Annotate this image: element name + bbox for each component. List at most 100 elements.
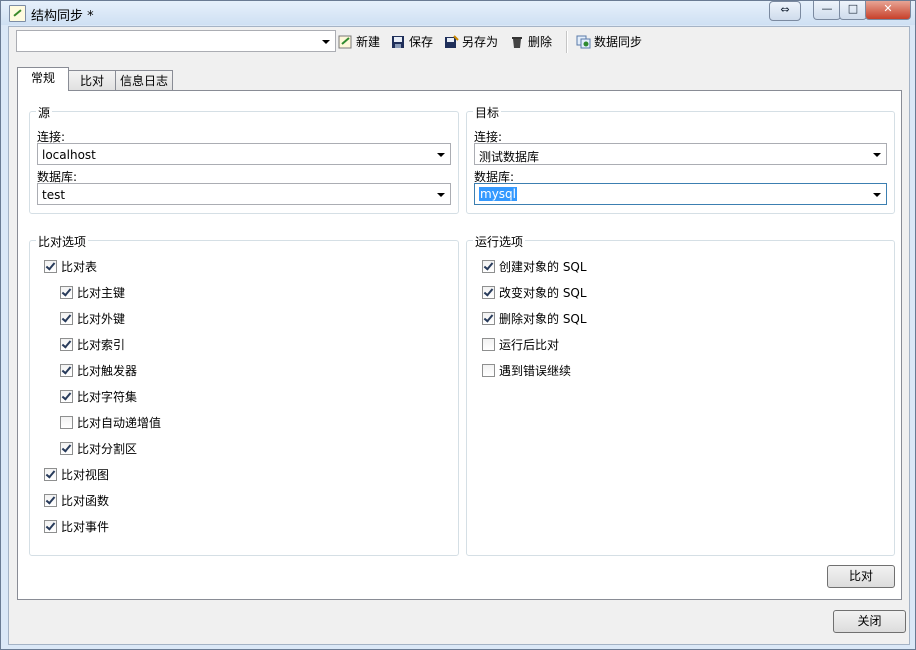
checkbox-checked-icon[interactable] bbox=[44, 260, 57, 273]
new-icon bbox=[338, 35, 353, 49]
run-option-checkbox[interactable]: 删除对象的 SQL bbox=[482, 311, 587, 327]
toolbar-separator bbox=[566, 31, 568, 53]
compare-option-label: 比对函数 bbox=[61, 494, 110, 508]
run-option-checkbox[interactable]: 创建对象的 SQL bbox=[482, 259, 587, 275]
target-connection-select[interactable]: 测试数据库 bbox=[474, 143, 887, 165]
trash-icon bbox=[510, 35, 525, 49]
close-window-button[interactable]: ✕ bbox=[865, 1, 911, 20]
save-button[interactable]: 保存 bbox=[391, 33, 433, 51]
run-option-label: 删除对象的 SQL bbox=[499, 312, 587, 326]
run-options-title: 运行选项 bbox=[473, 233, 526, 250]
checkbox-unchecked-icon[interactable] bbox=[482, 364, 495, 377]
close-button[interactable]: 关闭 bbox=[833, 610, 906, 633]
window-title: 结构同步 * bbox=[31, 9, 94, 24]
compare-option-checkbox[interactable]: 比对主键 bbox=[60, 285, 125, 301]
compare-option-checkbox[interactable]: 比对索引 bbox=[60, 337, 125, 353]
run-option-checkbox[interactable]: 改变对象的 SQL bbox=[482, 285, 587, 301]
chevron-down-icon bbox=[322, 40, 330, 44]
save-as-icon bbox=[444, 35, 459, 49]
general-tab-panel: 源 连接: localhost 数据库: test 目标 连接: 测试数据库 数… bbox=[17, 90, 902, 600]
maximize-button[interactable]: □ bbox=[839, 1, 867, 20]
tab-compare[interactable]: 比对 bbox=[68, 70, 116, 90]
compare-option-label: 比对字符集 bbox=[77, 390, 138, 404]
target-database-value: mysql bbox=[479, 187, 517, 201]
target-database-select[interactable]: mysql bbox=[474, 183, 887, 205]
compare-option-checkbox[interactable]: 比对字符集 bbox=[60, 389, 137, 405]
compare-options-title: 比对选项 bbox=[36, 233, 89, 250]
compare-option-label: 比对外键 bbox=[77, 312, 126, 326]
checkbox-checked-icon[interactable] bbox=[482, 286, 495, 299]
restore-icon[interactable]: ⇔ bbox=[769, 1, 801, 21]
compare-option-checkbox[interactable]: 比对事件 bbox=[44, 519, 109, 535]
checkbox-checked-icon[interactable] bbox=[44, 494, 57, 507]
run-options-group: 运行选项 创建对象的 SQL 改变对象的 SQL 删除对象的 SQL 运行后比对遇到错… bbox=[466, 233, 895, 556]
checkbox-checked-icon[interactable] bbox=[60, 390, 73, 403]
compare-option-label: 比对事件 bbox=[61, 520, 110, 534]
checkbox-checked-icon[interactable] bbox=[60, 312, 73, 325]
delete-label: 删除 bbox=[528, 35, 553, 49]
compare-option-checkbox[interactable]: 比对函数 bbox=[44, 493, 109, 509]
source-connection-value: localhost bbox=[42, 148, 96, 162]
title-bar[interactable]: 结构同步 * ⇔ — □ ✕ bbox=[1, 1, 915, 25]
save-label: 保存 bbox=[409, 35, 434, 49]
compare-button[interactable]: 比对 bbox=[827, 565, 895, 588]
checkbox-checked-icon[interactable] bbox=[482, 260, 495, 273]
source-database-value: test bbox=[42, 188, 66, 202]
checkbox-checked-icon[interactable] bbox=[60, 442, 73, 455]
data-sync-label: 数据同步 bbox=[594, 35, 643, 49]
compare-option-checkbox[interactable]: 比对外键 bbox=[60, 311, 125, 327]
chevron-down-icon bbox=[873, 153, 881, 157]
new-label: 新建 bbox=[356, 35, 381, 49]
tab-info-log[interactable]: 信息日志 bbox=[115, 70, 173, 90]
save-as-button[interactable]: 另存为 bbox=[444, 33, 498, 51]
toolbar: 新建 保存 另存为 删除 数据同步 bbox=[9, 27, 909, 57]
chevron-down-icon bbox=[873, 193, 881, 197]
checkbox-checked-icon[interactable] bbox=[60, 338, 73, 351]
chevron-down-icon bbox=[437, 153, 445, 157]
data-sync-icon bbox=[576, 35, 591, 49]
data-sync-button[interactable]: 数据同步 bbox=[576, 33, 642, 51]
source-database-select[interactable]: test bbox=[37, 183, 451, 205]
app-icon bbox=[9, 5, 26, 22]
run-option-checkbox[interactable]: 运行后比对 bbox=[482, 337, 559, 353]
compare-option-checkbox[interactable]: 比对表 bbox=[44, 259, 97, 275]
compare-option-checkbox[interactable]: 比对触发器 bbox=[60, 363, 137, 379]
compare-option-label: 比对分割区 bbox=[77, 442, 138, 456]
tab-general[interactable]: 常规 bbox=[17, 67, 69, 91]
profile-select[interactable] bbox=[16, 30, 336, 52]
compare-option-label: 比对主键 bbox=[77, 286, 126, 300]
checkbox-unchecked-icon[interactable] bbox=[482, 338, 495, 351]
run-option-label: 创建对象的 SQL bbox=[499, 260, 587, 274]
client-area: 新建 保存 另存为 删除 数据同步 常规 比对 信息日志 源 连接: local… bbox=[8, 26, 910, 645]
compare-option-checkbox[interactable]: 比对视图 bbox=[44, 467, 109, 483]
minimize-button[interactable]: — bbox=[813, 1, 841, 20]
save-as-label: 另存为 bbox=[462, 35, 499, 49]
source-connection-select[interactable]: localhost bbox=[37, 143, 451, 165]
compare-option-checkbox[interactable]: 比对分割区 bbox=[60, 441, 137, 457]
chevron-down-icon bbox=[437, 193, 445, 197]
checkbox-unchecked-icon[interactable] bbox=[60, 416, 73, 429]
target-group: 目标 连接: 测试数据库 数据库: mysql bbox=[466, 104, 895, 214]
compare-option-checkbox[interactable]: 比对自动递增值 bbox=[60, 415, 161, 431]
run-option-label: 运行后比对 bbox=[499, 338, 560, 352]
source-group-title: 源 bbox=[36, 104, 53, 121]
run-option-checkbox[interactable]: 遇到错误继续 bbox=[482, 363, 571, 379]
target-connection-value: 测试数据库 bbox=[479, 150, 540, 164]
structure-sync-window: 结构同步 * ⇔ — □ ✕ 新建 保存 另存为 删除 数据同步 常规 比对 信… bbox=[0, 0, 916, 650]
checkbox-checked-icon[interactable] bbox=[482, 312, 495, 325]
save-icon bbox=[391, 35, 406, 49]
source-group: 源 连接: localhost 数据库: test bbox=[29, 104, 459, 214]
compare-option-label: 比对索引 bbox=[77, 338, 126, 352]
checkbox-checked-icon[interactable] bbox=[60, 286, 73, 299]
delete-button[interactable]: 删除 bbox=[510, 33, 552, 51]
new-button[interactable]: 新建 bbox=[338, 33, 380, 51]
compare-option-label: 比对自动递增值 bbox=[77, 416, 162, 430]
compare-option-label: 比对表 bbox=[61, 260, 98, 274]
compare-option-label: 比对触发器 bbox=[77, 364, 138, 378]
target-group-title: 目标 bbox=[473, 104, 502, 121]
checkbox-checked-icon[interactable] bbox=[60, 364, 73, 377]
run-option-label: 改变对象的 SQL bbox=[499, 286, 587, 300]
checkbox-checked-icon[interactable] bbox=[44, 468, 57, 481]
run-option-label: 遇到错误继续 bbox=[499, 364, 572, 378]
checkbox-checked-icon[interactable] bbox=[44, 520, 57, 533]
